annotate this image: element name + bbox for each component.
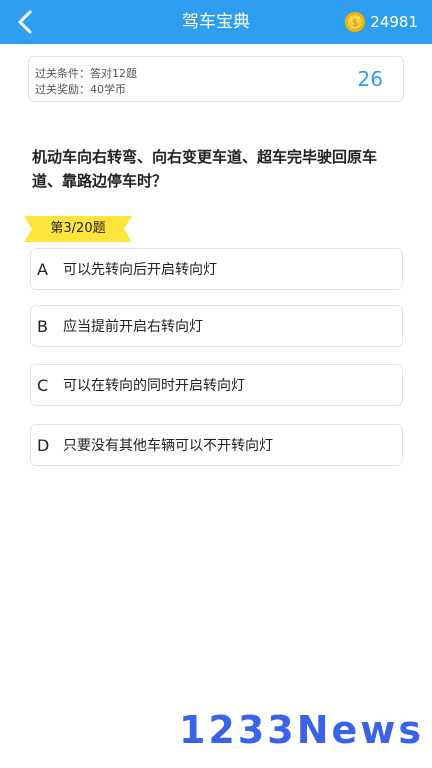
option-text: 应当提前开启右转向灯	[63, 319, 203, 335]
option-letter: D	[37, 435, 50, 455]
option-a[interactable]: A 可以先转向后开启转向灯	[30, 248, 403, 290]
question-progress-tag: 第3/20题	[24, 216, 132, 242]
option-b[interactable]: B 应当提前开启右转向灯	[30, 305, 403, 347]
option-text: 可以在转向的同时开启转向灯	[63, 378, 245, 394]
svg-text:$: $	[352, 18, 358, 29]
countdown-counter: 26	[357, 67, 383, 91]
option-letter: C	[37, 375, 49, 395]
pass-reward: 过关奖励：40学币	[35, 83, 126, 96]
option-text: 可以先转向后开启转向灯	[63, 262, 217, 278]
coin-count: 24981	[370, 13, 418, 31]
option-d[interactable]: D 只要没有其他车辆可以不开转向灯	[30, 424, 403, 466]
option-letter: A	[37, 259, 48, 279]
pass-condition: 过关条件：答对12题	[35, 67, 137, 80]
question-text: 机动车向右转弯、向右变更车道、超车完毕驶回原车道、靠路边停车时？	[32, 148, 378, 190]
coin-balance[interactable]: $ 24981	[344, 0, 418, 44]
option-text: 只要没有其他车辆可以不开转向灯	[63, 438, 273, 454]
gold-coin-icon: $	[345, 12, 366, 32]
top-bar: 驾车宝典 $ 24981	[0, 0, 432, 44]
question-progress: 第3/20题	[50, 221, 106, 236]
option-letter: B	[37, 316, 48, 336]
option-c[interactable]: C 可以在转向的同时开启转向灯	[30, 364, 403, 406]
watermark-logo: 1233News	[178, 708, 424, 752]
level-conditions-card: 过关条件：答对12题 过关奖励：40学币 26	[28, 56, 404, 102]
